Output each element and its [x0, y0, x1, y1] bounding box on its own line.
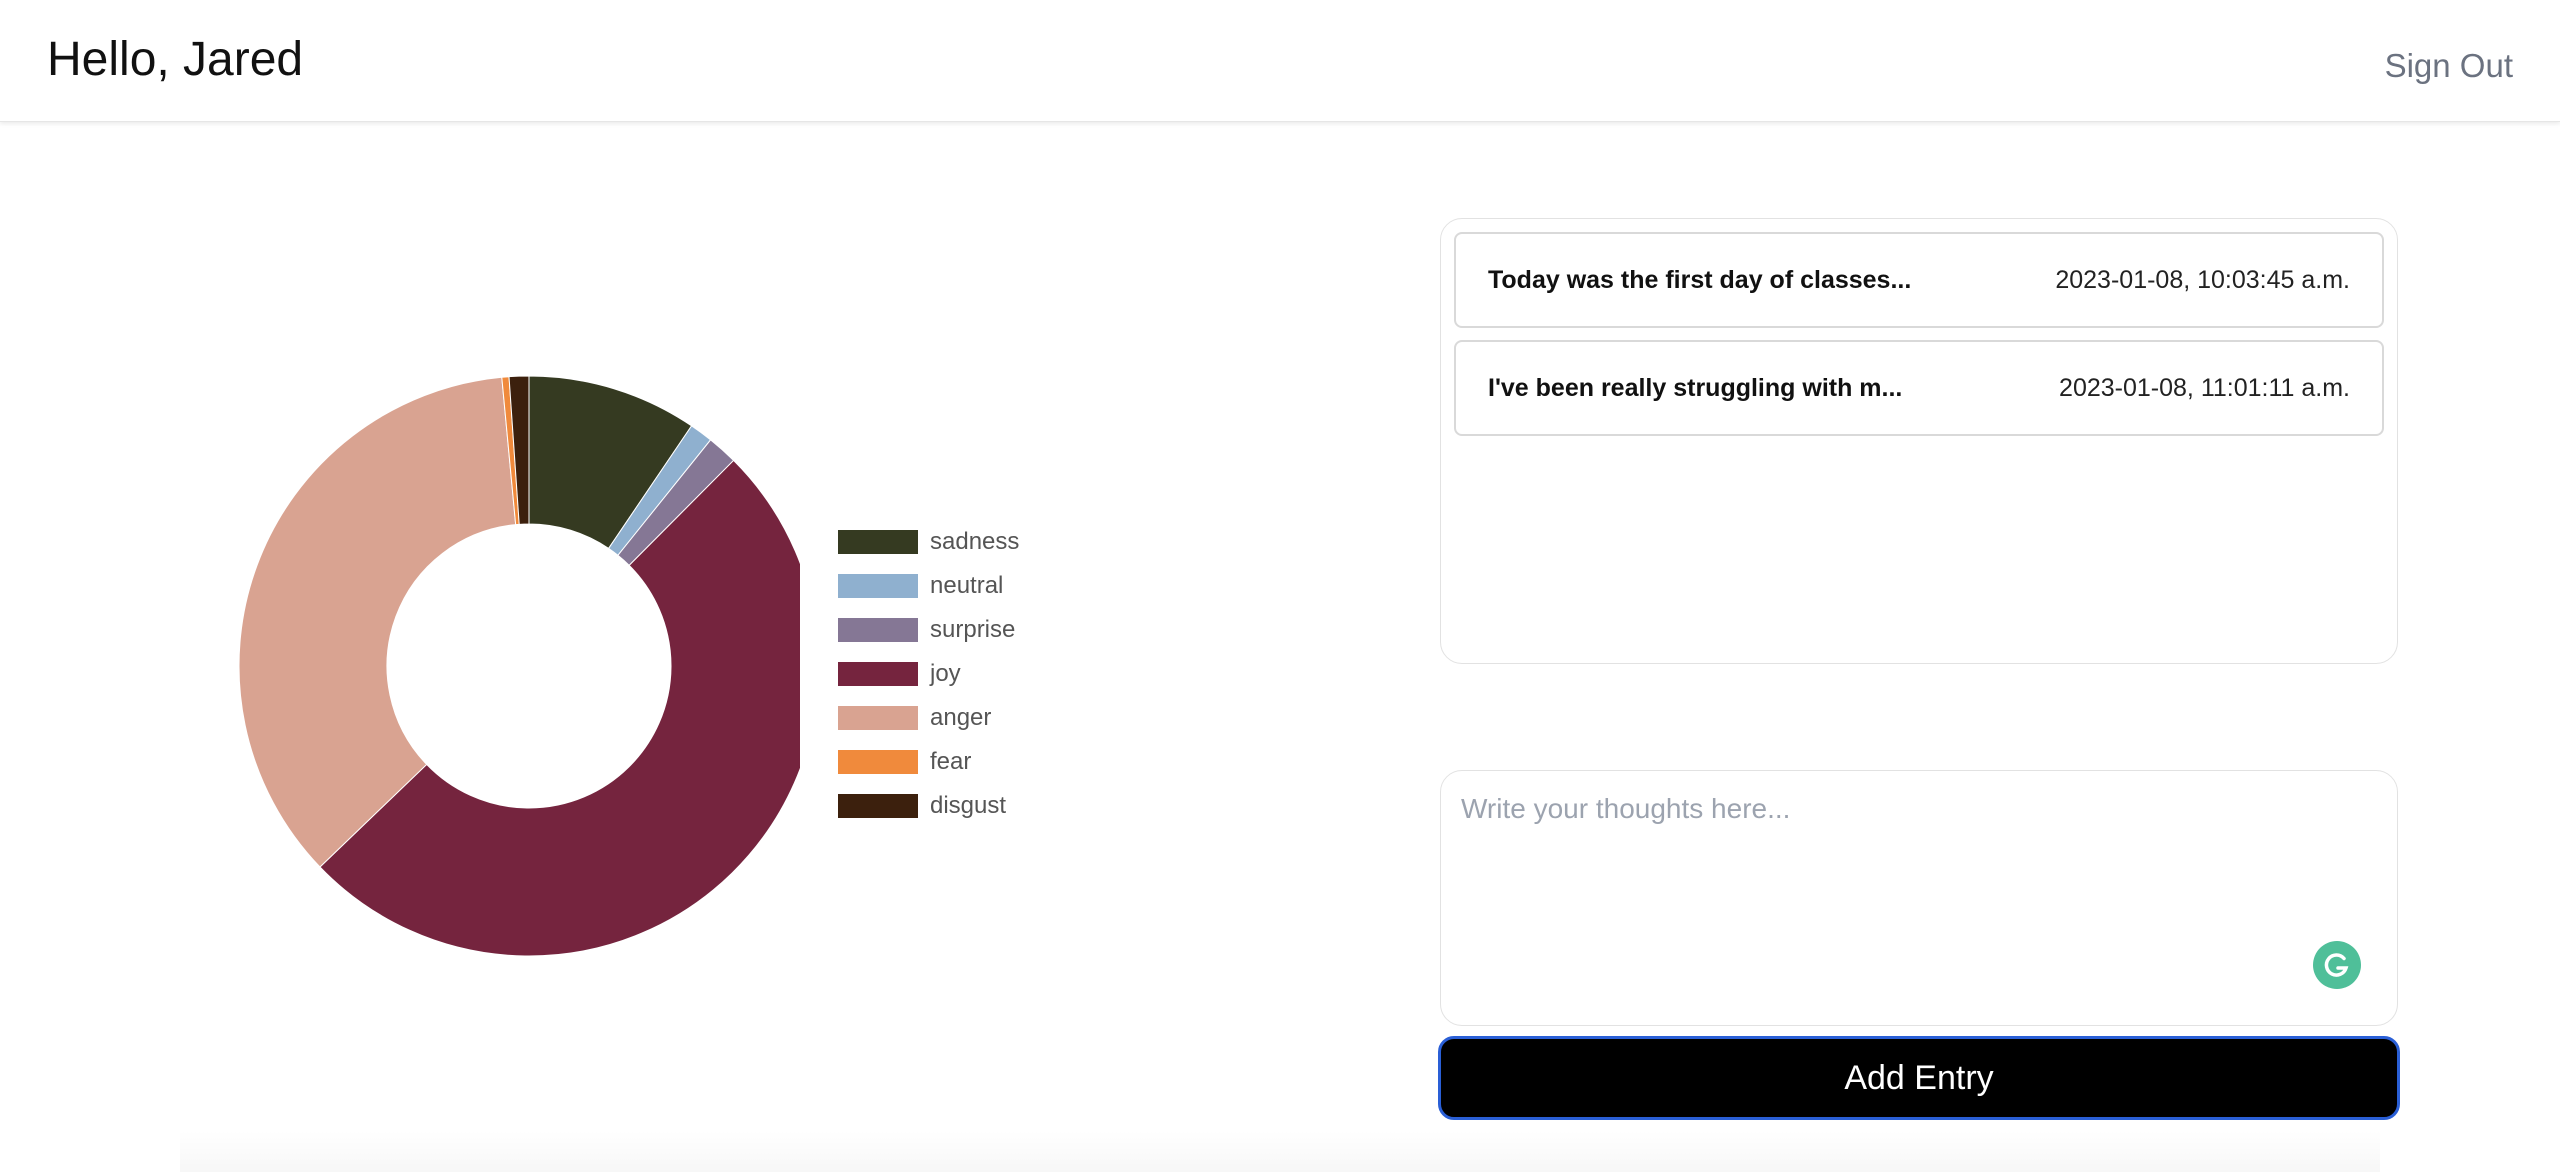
- legend-item-disgust[interactable]: disgust: [838, 784, 1019, 828]
- legend-label: joy: [930, 660, 961, 687]
- legend-swatch: [838, 794, 918, 818]
- top-bar: Hello, Jared Sign Out: [0, 0, 2560, 122]
- chart-legend: sadness neutral surprise joy anger fear disgus…: [838, 520, 1019, 828]
- legend-label: fear: [930, 748, 972, 775]
- entry-title: I've been really struggling with m...: [1488, 373, 1903, 402]
- legend-label: anger: [930, 704, 992, 731]
- legend-item-joy[interactable]: joy: [838, 652, 1019, 696]
- entry-item[interactable]: I've been really struggling with m... 20…: [1454, 340, 2384, 436]
- page: Hello, Jared Sign Out sadness neutral surp…: [0, 0, 2560, 1172]
- entry-date: 2023-01-08, 10:03:45 a.m.: [2055, 265, 2350, 294]
- legend-swatch: [838, 574, 918, 598]
- add-entry-button[interactable]: Add Entry: [1438, 1036, 2400, 1120]
- entry-item[interactable]: Today was the first day of classes... 20…: [1454, 232, 2384, 328]
- legend-swatch: [838, 750, 918, 774]
- legend-item-sadness[interactable]: sadness: [838, 520, 1019, 564]
- legend-swatch: [838, 618, 918, 642]
- sign-out-link[interactable]: Sign Out: [2385, 44, 2513, 88]
- legend-swatch: [838, 662, 918, 686]
- legend-item-neutral[interactable]: neutral: [838, 564, 1019, 608]
- legend-label: neutral: [930, 572, 1004, 599]
- legend-item-surprise[interactable]: surprise: [838, 608, 1019, 652]
- greeting: Hello, Jared: [47, 33, 304, 86]
- legend-label: surprise: [930, 616, 1016, 643]
- legend-item-fear[interactable]: fear: [838, 740, 1019, 784]
- legend-label: disgust: [930, 792, 1007, 819]
- donut-chart: [238, 375, 800, 957]
- grammarly-icon[interactable]: [2313, 941, 2361, 989]
- legend-swatch: [838, 530, 918, 554]
- slice-anger[interactable]: [238, 376, 517, 868]
- entry-title: Today was the first day of classes...: [1488, 265, 1912, 294]
- emotion-chart: sadness neutral surprise joy anger fear disgus…: [200, 350, 1100, 970]
- entry-date: 2023-01-08, 11:01:11 a.m.: [2059, 373, 2350, 402]
- legend-item-anger[interactable]: anger: [838, 696, 1019, 740]
- bottom-shadow: [180, 1130, 2380, 1172]
- legend-label: sadness: [930, 528, 1020, 555]
- legend-swatch: [838, 706, 918, 730]
- entries-list: Today was the first day of classes... 20…: [1440, 218, 2398, 664]
- thoughts-input[interactable]: [1440, 770, 2398, 1026]
